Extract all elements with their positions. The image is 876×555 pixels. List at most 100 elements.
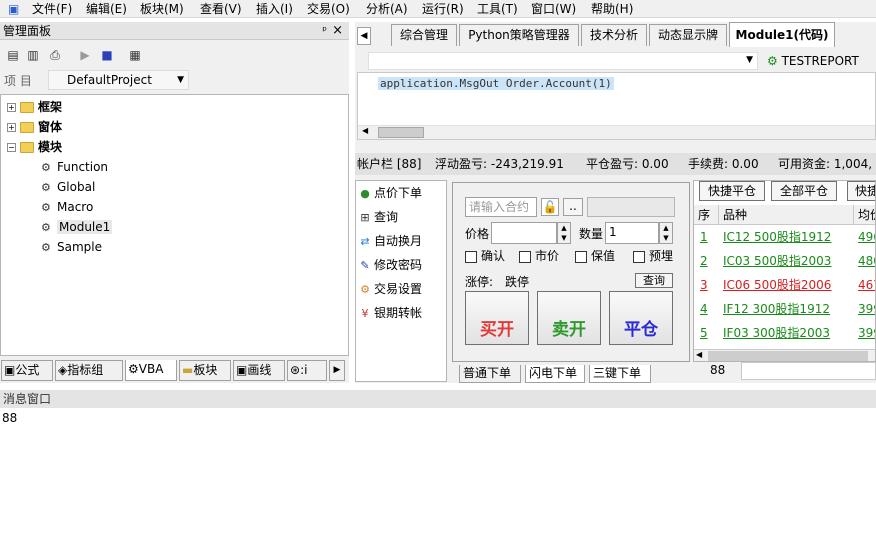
tab-label: :i — [300, 363, 308, 377]
tab-flash-order[interactable]: 闪电下单 — [525, 365, 585, 383]
tab-dynamic-board[interactable]: 动态显示牌 — [649, 24, 727, 46]
table-row[interactable]: 2 IC03 500股指2003 480 — [694, 251, 875, 271]
tab-indicator-group[interactable]: ◈指标组 — [55, 360, 123, 381]
col-name[interactable]: 品种 — [719, 205, 854, 225]
market-price-checkbox[interactable]: 市价 — [519, 249, 559, 263]
run-icon[interactable]: ▶ — [76, 46, 94, 64]
menu-window[interactable]: 窗口(W) — [531, 1, 576, 17]
tab-scroll-left[interactable]: ◀ — [357, 27, 371, 45]
tree-node-frame[interactable]: + 框架 — [7, 98, 62, 116]
close-icon[interactable]: × — [332, 22, 343, 40]
contract-input[interactable]: 请输入合约 — [465, 197, 537, 217]
expand-icon[interactable]: + — [7, 103, 16, 112]
tab-formula[interactable]: ▣公式 — [1, 360, 53, 381]
tree-item-macro[interactable]: ⚙ Macro — [41, 198, 93, 216]
menu-analysis[interactable]: 分析(A) — [366, 1, 408, 17]
query-button[interactable]: 查询 — [635, 273, 673, 288]
tab-python-strategy[interactable]: Python策略管理器 — [459, 24, 579, 46]
preorder-checkbox[interactable]: 预埋 — [633, 249, 673, 263]
tab-vba[interactable]: ⚙VBA — [125, 360, 177, 381]
function-item[interactable]: ⇄ 自动换月 — [358, 231, 422, 251]
menu-file[interactable]: 文件(F) — [32, 1, 72, 17]
qty-input[interactable]: 1 — [605, 222, 659, 244]
scroll-thumb[interactable] — [378, 127, 424, 138]
function-item[interactable]: ¥ 银期转帐 — [358, 303, 423, 323]
menu-help[interactable]: 帮助(H) — [591, 1, 633, 17]
menu-view[interactable]: 查看(V) — [200, 1, 242, 17]
code-editor[interactable]: application.MsgOut Order.Account(1) ◀ — [357, 72, 876, 140]
cell-price: 480 — [858, 254, 875, 268]
app-icon[interactable]: ▣ — [8, 1, 19, 17]
properties-icon[interactable]: ▦ — [126, 46, 144, 64]
tree-item-module1[interactable]: ⚙ Module1 — [41, 218, 113, 236]
table-row[interactable]: 3 IC06 500股指2006 467 — [694, 275, 875, 295]
menu-insert[interactable]: 插入(I) — [256, 1, 293, 17]
tab-more[interactable]: ⊛:i — [287, 360, 327, 381]
menu-tools[interactable]: 工具(T) — [477, 1, 518, 17]
tab-technical-analysis[interactable]: 技术分析 — [581, 24, 647, 46]
code-line[interactable]: application.MsgOut Order.Account(1) — [378, 77, 614, 90]
qty-spinner[interactable]: ▲ ▼ — [659, 222, 673, 244]
quick-close-button[interactable]: 快捷平仓 — [699, 181, 765, 201]
hedge-checkbox[interactable]: 保值 — [575, 249, 615, 263]
collapse-icon[interactable]: − — [7, 143, 16, 152]
scroll-left-icon[interactable]: ◀ — [362, 126, 368, 135]
price-input[interactable] — [491, 222, 557, 244]
menu-trade[interactable]: 交易(O) — [307, 1, 350, 17]
scroll-left-icon[interactable]: ◀ — [696, 350, 702, 359]
list-view-icon[interactable]: ▤ — [4, 46, 22, 64]
tab-normal-order[interactable]: 普通下单 — [459, 365, 521, 383]
drawline-icon: ▣ — [236, 363, 248, 377]
message-text[interactable]: 88 — [2, 411, 17, 425]
lock-icon[interactable]: 🔓 — [541, 198, 559, 216]
col-price[interactable]: 均价 — [854, 205, 875, 225]
tree-node-module[interactable]: − 模块 — [7, 138, 62, 156]
quick-more-button[interactable]: 快捷 — [847, 181, 875, 201]
function-item[interactable]: ⚙ 交易设置 — [358, 279, 422, 299]
confirm-checkbox[interactable]: 确认 — [465, 249, 505, 263]
menu-run[interactable]: 运行(R) — [422, 1, 464, 17]
object-select[interactable]: ▼ — [368, 52, 758, 70]
cell-seq: 2 — [700, 254, 708, 268]
tab-label: 画线 — [247, 363, 272, 377]
browse-button[interactable]: .. — [563, 198, 583, 216]
procedure-select[interactable]: ⚙ TESTREPORT — [767, 52, 876, 70]
close-position-button[interactable]: 平仓 — [609, 291, 673, 345]
tab-scroll-right[interactable]: ▶ — [329, 360, 345, 381]
buy-open-button[interactable]: 买开 — [465, 291, 529, 345]
print-icon[interactable]: ⎙ — [46, 46, 64, 64]
stop-icon[interactable]: ■ — [98, 46, 116, 64]
function-item[interactable]: ✎ 修改密码 — [358, 255, 422, 275]
table-row[interactable]: 1 IC12 500股指1912 496 — [694, 227, 875, 247]
pin-icon[interactable]: ᵖ — [322, 22, 327, 40]
project-select[interactable]: DefaultProject ▼ — [48, 70, 189, 90]
account-label: 帐户栏 [88] — [357, 157, 422, 171]
tab-module1-code[interactable]: Module1(代码) — [729, 22, 835, 47]
detail-view-icon[interactable]: ▥ — [24, 46, 42, 64]
tree-item-global[interactable]: ⚙ Global — [41, 178, 95, 196]
sell-open-button[interactable]: 卖开 — [537, 291, 601, 345]
tab-drawline[interactable]: ▣画线 — [233, 360, 285, 381]
table-row[interactable]: 5 IF03 300股指2003 399 — [694, 323, 875, 343]
scroll-thumb[interactable] — [708, 351, 868, 361]
menu-edit[interactable]: 编辑(E) — [86, 1, 127, 17]
expand-icon[interactable]: + — [7, 123, 16, 132]
function-item[interactable]: ⊞ 查询 — [358, 207, 398, 227]
tab-block[interactable]: ▬板块 — [179, 360, 231, 381]
cell-seq: 1 — [700, 230, 708, 244]
function-item[interactable]: ● 点价下单 — [358, 183, 422, 203]
tab-three-key-order[interactable]: 三键下单 — [589, 365, 651, 383]
price-spinner[interactable]: ▲ ▼ — [557, 222, 571, 244]
col-seq[interactable]: 序 — [694, 205, 719, 225]
tree-node-form[interactable]: + 窗体 — [7, 118, 62, 136]
folder-icon — [20, 102, 34, 113]
tab-overview[interactable]: 综合管理 — [391, 24, 457, 46]
tree-item-sample[interactable]: ⚙ Sample — [41, 238, 102, 256]
menu-block[interactable]: 板块(M) — [140, 1, 184, 17]
close-all-button[interactable]: 全部平仓 — [771, 181, 837, 201]
tree-item-function[interactable]: ⚙ Function — [41, 158, 108, 176]
horizontal-scrollbar[interactable]: ◀ — [358, 125, 875, 139]
table-row[interactable]: 4 IF12 300股指1912 399 — [694, 299, 875, 319]
close-pl: 平仓盈亏: 0.00 — [586, 157, 669, 171]
message-window-title: 消息窗口 — [0, 390, 876, 408]
